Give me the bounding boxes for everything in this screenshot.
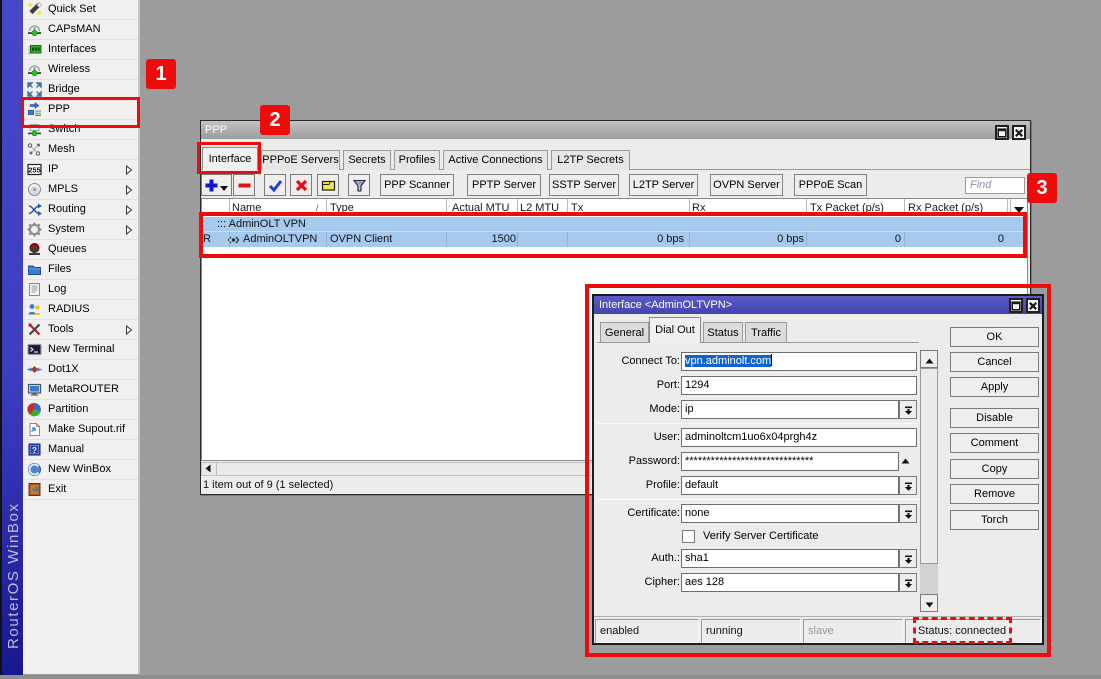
svg-text:255: 255 [28,166,41,175]
svg-text:?: ? [32,446,37,455]
